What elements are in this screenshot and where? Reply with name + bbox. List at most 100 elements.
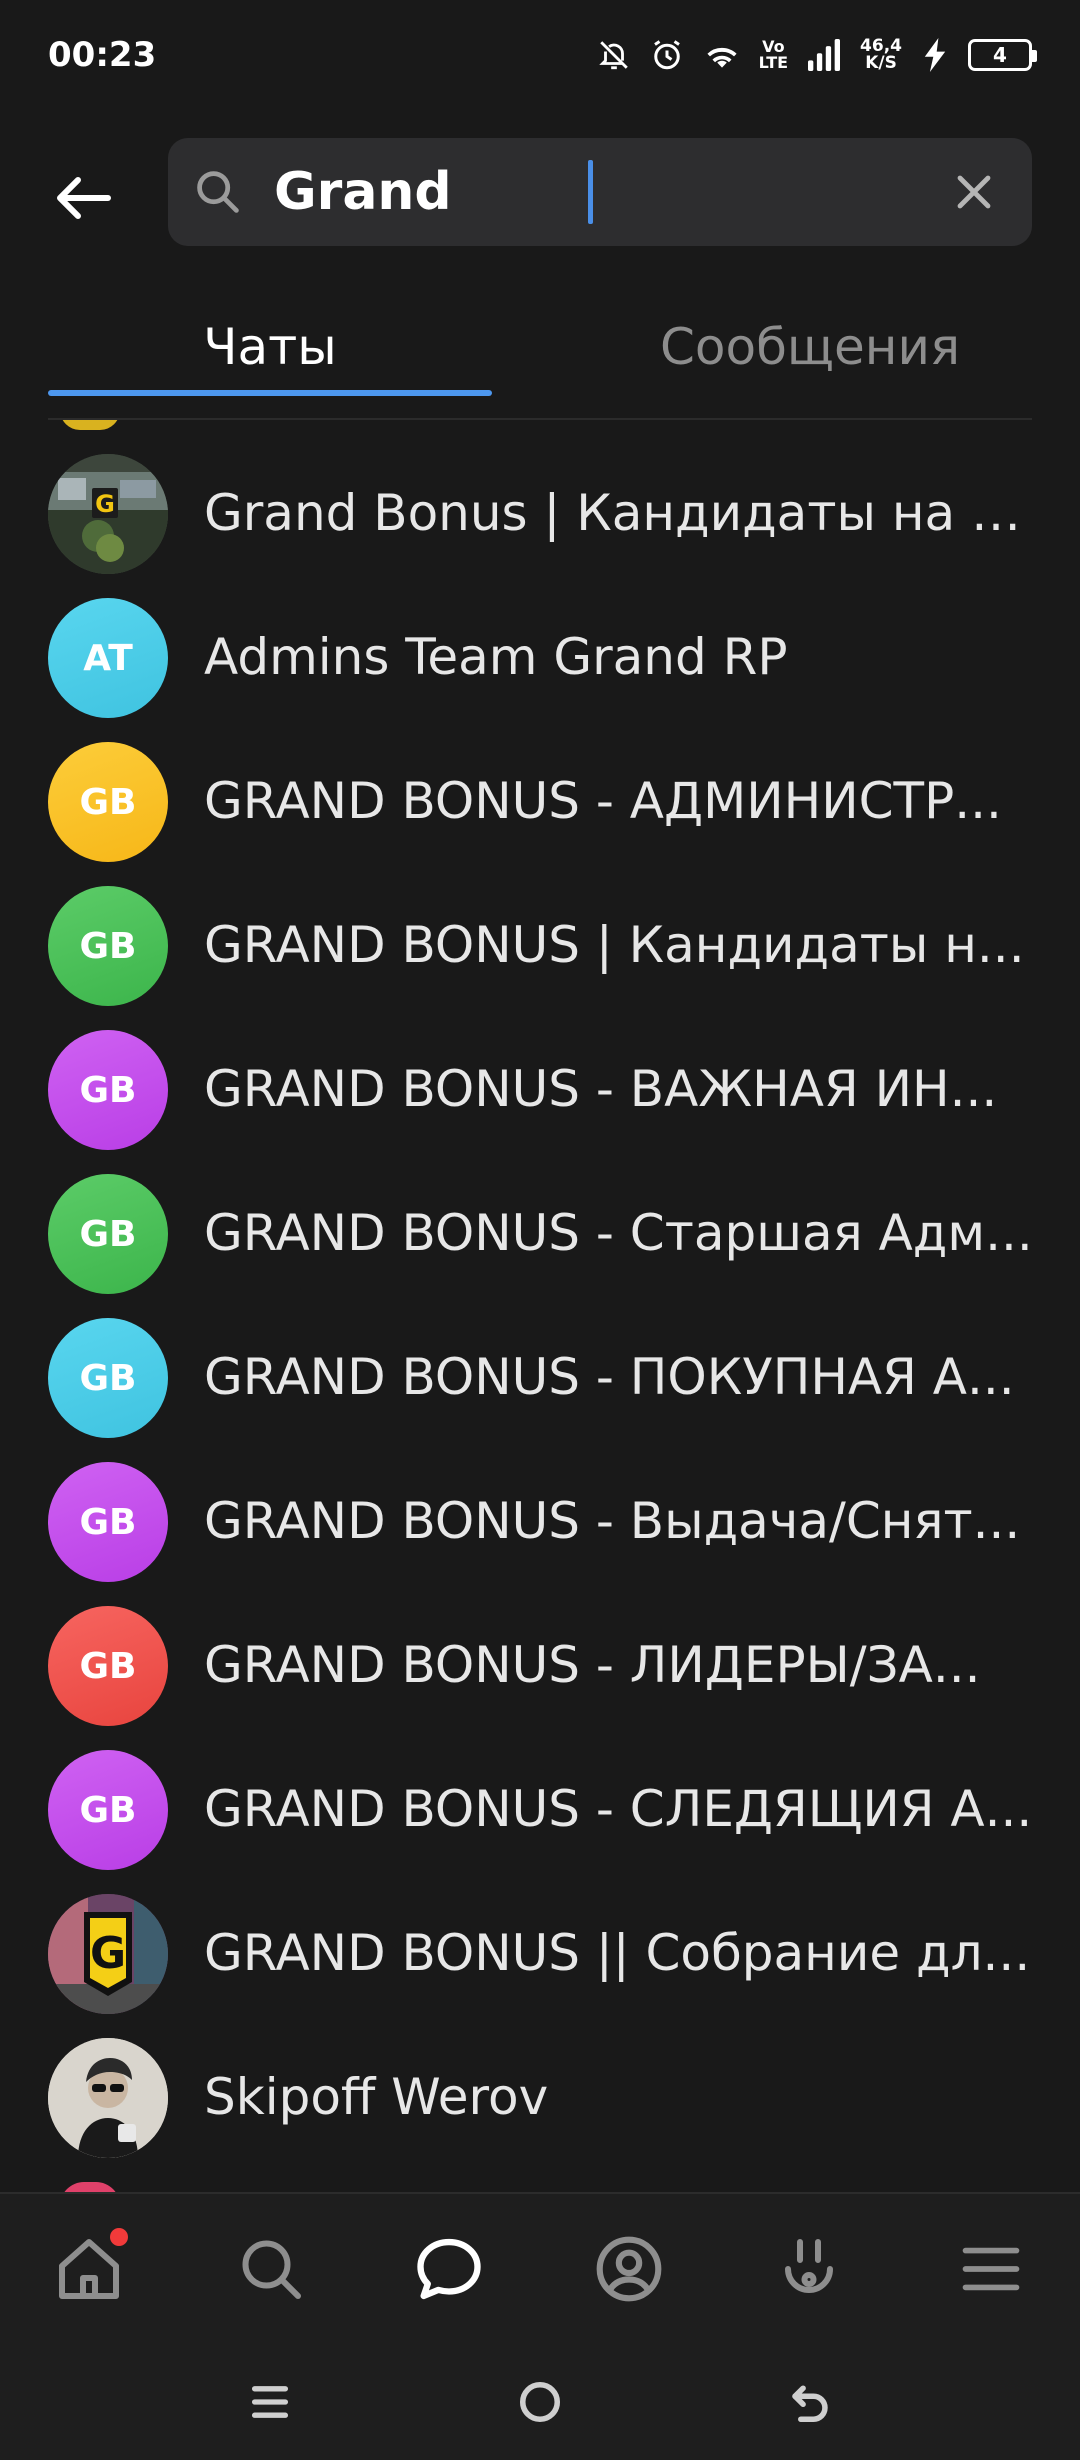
- home-badge: [110, 2228, 128, 2246]
- chat-avatar: GB: [48, 1606, 168, 1726]
- chat-title: GRAND BONUS - АДМИНИСТР...: [204, 772, 1002, 830]
- chat-item[interactable]: GB GRAND BONUS - ЛИДЕРЫ/ЗА...: [0, 1594, 1080, 1738]
- battery-icon: 4: [968, 39, 1037, 71]
- circle-home-icon: [519, 2381, 561, 2423]
- search-input[interactable]: [274, 158, 894, 226]
- chat-item[interactable]: GB GRAND BONUS - Выдача/Сня‌т...: [0, 1450, 1080, 1594]
- nav-messenger[interactable]: [404, 2224, 494, 2314]
- tabs: Чаты Сообщения: [0, 300, 1080, 420]
- chat-title: Admins Team Grand RP: [204, 628, 788, 686]
- menu-icon: [962, 2247, 1020, 2291]
- tab-chats[interactable]: Чаты: [48, 318, 492, 388]
- profile-icon: [596, 2236, 662, 2302]
- user-photo-icon: [48, 2038, 168, 2158]
- chat-title: GRAND BONUS - ЛИДЕРЫ/ЗА...: [204, 1636, 981, 1694]
- chat-item[interactable]: GB GRAND BONUS - АДМИНИСТР...: [0, 730, 1080, 874]
- arrow-left-icon: [57, 177, 111, 219]
- chat-avatar: AT: [48, 598, 168, 718]
- chat-title: GRAND BONUS || Собрание дл...: [204, 1924, 1031, 1982]
- avatar-initials: GB: [79, 1645, 137, 1687]
- volte-indicator: Vo LTE: [759, 39, 788, 71]
- chat-title: GRAND BONUS - ПОКУПНАЯ А...: [204, 1348, 1015, 1406]
- partial-avatar-top: [60, 420, 120, 430]
- close-icon: [957, 175, 991, 209]
- avatar-initials: GB: [79, 1501, 137, 1543]
- chat-avatar: GB: [48, 1174, 168, 1294]
- nav-search[interactable]: [226, 2224, 316, 2314]
- bottom-nav: [0, 2192, 1080, 2342]
- system-back-button[interactable]: [780, 2372, 840, 2432]
- services-icon: [785, 2239, 833, 2293]
- nav-home[interactable]: [44, 2224, 134, 2314]
- group-photo-icon: G: [48, 454, 168, 574]
- tab-indicator: [48, 390, 492, 396]
- chat-item[interactable]: GB GRAND BONUS | Кандидаты н...: [0, 874, 1080, 1018]
- status-bar: 00:23 Vo LTE 46,4 K/S 4: [0, 0, 1080, 110]
- partial-avatar-bottom: [60, 2182, 120, 2192]
- chat-title: GRAND BONUS - ВАЖНАЯ ИН...: [204, 1060, 998, 1118]
- chat-item[interactable]: G GRAND BONUS || Собрание дл...: [0, 1882, 1080, 2026]
- network-speed: 46,4 K/S: [860, 38, 902, 72]
- search-icon: [242, 2240, 301, 2299]
- chat-item[interactable]: AT Admins Team Grand RP: [0, 586, 1080, 730]
- tab-messages[interactable]: Сообщения: [590, 318, 1030, 388]
- chat-avatar: GB: [48, 742, 168, 862]
- chat-avatar: GB: [48, 886, 168, 1006]
- chat-list[interactable]: G Grand Bonus | Кандидаты на п... AT Admins…: [0, 420, 1080, 2192]
- text-caret: [588, 160, 593, 224]
- search-box[interactable]: [168, 138, 1032, 246]
- chat-title: GRAND BONUS - Старшая Адм...: [204, 1204, 1033, 1262]
- chat-item[interactable]: GB GRAND BONUS - Старшая Адм...: [0, 1162, 1080, 1306]
- avatar-initials: GB: [79, 1789, 137, 1831]
- svg-text:G: G: [90, 1928, 126, 1979]
- alarm-icon: [649, 37, 685, 73]
- avatar-initials: GB: [79, 781, 137, 823]
- chat-item[interactable]: GB GRAND BONUS - СЛЕДЯЩИЯ А...: [0, 1738, 1080, 1882]
- chat-avatar: GB: [48, 1462, 168, 1582]
- screen: 00:23 Vo LTE 46,4 K/S 4 Grand Чаты Сообщ…: [0, 0, 1080, 2460]
- status-time: 00:23: [48, 35, 157, 75]
- svg-text:G: G: [95, 490, 115, 518]
- wifi-icon: [703, 39, 741, 71]
- nav-services[interactable]: [764, 2224, 854, 2314]
- avatar-initials: GB: [79, 1069, 137, 1111]
- chat-item[interactable]: GB GRAND BONUS - ПОКУПНАЯ А...: [0, 1306, 1080, 1450]
- avatar-initials: GB: [79, 1213, 137, 1255]
- chat-title: Skipoff Werov: [204, 2068, 549, 2126]
- back-arrow-icon: [792, 2385, 828, 2423]
- search-header: [0, 130, 1080, 250]
- status-icons: Vo LTE 46,4 K/S 4: [597, 37, 1037, 73]
- chat-avatar: GB: [48, 1030, 168, 1150]
- mute-notifications-icon: [597, 38, 631, 72]
- chat-avatar: G: [48, 1894, 168, 2014]
- chat-title: GRAND BONUS | Кандидаты н...: [204, 916, 1025, 974]
- volte-bottom-label: LTE: [758, 53, 789, 72]
- chat-avatar: GB: [48, 1750, 168, 1870]
- back-button[interactable]: [44, 158, 124, 238]
- chat-title: Grand Bonus | Кандидаты на п...: [204, 484, 1034, 542]
- chat-item[interactable]: Skipoff Werov: [0, 2026, 1080, 2170]
- charging-icon: [920, 38, 950, 72]
- system-recents-button[interactable]: [240, 2372, 300, 2432]
- signal-icon: [806, 39, 842, 71]
- network-speed-unit: K/S: [865, 53, 897, 73]
- chat-avatar: G: [48, 454, 168, 574]
- battery-level: 4: [993, 43, 1007, 67]
- nav-profile[interactable]: [584, 2224, 674, 2314]
- chat-title: GRAND BONUS - СЛЕДЯЩИЯ А...: [204, 1780, 1033, 1838]
- chat-item[interactable]: GB GRAND BONUS - ВАЖНАЯ ИН...: [0, 1018, 1080, 1162]
- chat-avatar: [48, 2038, 168, 2158]
- search-icon: [197, 171, 239, 213]
- grand-logo-icon: G: [48, 1894, 168, 2014]
- recents-icon: [251, 2386, 289, 2418]
- avatar-initials: GB: [79, 1357, 137, 1399]
- avatar-initials: GB: [79, 925, 137, 967]
- clear-search-button[interactable]: [946, 164, 1002, 220]
- system-nav: [0, 2342, 1080, 2460]
- chat-item[interactable]: G Grand Bonus | Кандидаты на п...: [0, 442, 1080, 586]
- system-home-button[interactable]: [510, 2372, 570, 2432]
- chat-title: GRAND BONUS - Выдача/Сня‌т...: [204, 1492, 1021, 1550]
- chat-bubble-icon: [417, 2238, 481, 2300]
- nav-menu[interactable]: [946, 2224, 1036, 2314]
- avatar-initials: AT: [83, 637, 133, 679]
